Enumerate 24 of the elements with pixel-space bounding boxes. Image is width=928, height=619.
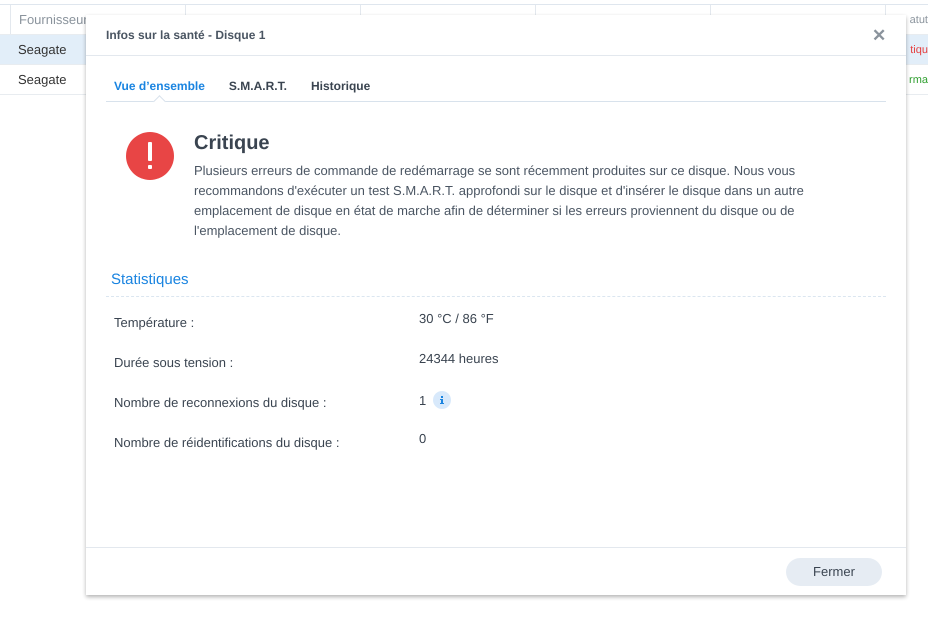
status-text: rma — [909, 74, 928, 86]
stat-value: 1 — [419, 392, 426, 408]
tab[interactable]: Historique — [302, 70, 378, 101]
tab[interactable]: Vue d’ensemble — [106, 70, 213, 101]
stat-label: Nombre de reconnexions du disque : — [114, 394, 328, 410]
column-header: atut — [910, 14, 928, 26]
alert-message: Plusieurs erreurs de commande de redémarrage se sont récemment produites sur ce disque. Nous vous recommandons d'exécuter un test S.M.A.R.T. approfondi sur le disque et d'insérer le disque dans un autre emplacement de disque en état de marche afin de déterminer si les erreurs proviennent du disque ou de l'emplacement de disque. — [194, 162, 805, 240]
tab[interactable]: S.M.A.R.T. — [220, 70, 295, 101]
stat-label: Température : — [114, 314, 196, 330]
column-header: Fournisseur — [19, 12, 88, 27]
stat-value: 30 °C / 86 °F — [419, 311, 494, 326]
alert-icon — [126, 132, 174, 180]
close-dialog-button[interactable]: Fermer — [786, 558, 882, 586]
section-title: Statistiques — [106, 271, 886, 297]
table-cell: Seagate — [18, 72, 66, 87]
alert-title: Critique — [194, 132, 271, 155]
dialog-title: Infos sur la santé - Disque 1 — [106, 28, 266, 42]
info-icon[interactable] — [433, 391, 452, 409]
stat-value: 0 — [419, 431, 426, 446]
stat-value: 24344 heures — [419, 351, 499, 366]
table-cell: Seagate — [18, 42, 66, 57]
status-text: tiqu — [910, 44, 928, 56]
stat-label: Durée sous tension : — [114, 354, 234, 370]
stat-label: Nombre de réidentifications du disque : — [114, 434, 340, 450]
